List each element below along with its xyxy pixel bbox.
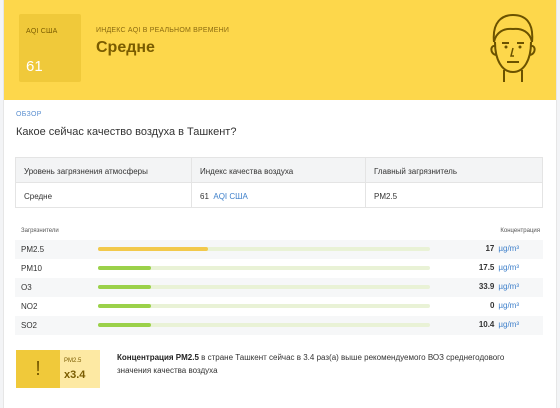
who-ratio-badge: ! PM2.5 x3.4 — [16, 350, 100, 388]
header-aqi: Индекс качества воздуха — [200, 167, 294, 176]
pollutant-name: O3 — [21, 283, 32, 292]
pollutants-header: Загрязнители — [21, 228, 59, 234]
pollutant-row: PM2.5 17 µg/m³ — [15, 240, 543, 259]
pollutant-bar-fill — [98, 323, 152, 327]
pollutant-row: SO2 10.4 µg/m³ — [15, 316, 543, 335]
pollutant-row: O3 33.9 µg/m³ — [15, 278, 543, 297]
concentration-unit: µg/m³ — [498, 282, 519, 291]
aqi-value: 61 — [26, 58, 43, 75]
overview-label: ОБЗОР — [16, 111, 42, 118]
header-main-pollutant: Главный загрязнитель — [374, 167, 457, 176]
pollutant-row: PM10 17.5 µg/m³ — [15, 259, 543, 278]
aqi-level: Средне — [96, 39, 155, 56]
cell-aqi: 61 AQI США — [200, 192, 248, 201]
pollutant-bar-fill — [98, 304, 152, 308]
pollutant-bar — [98, 323, 430, 327]
pollutant-name: NO2 — [21, 302, 38, 311]
who-warning-text: Концентрация PM2.5 в стране Ташкент сейч… — [117, 351, 517, 377]
exclamation-icon: ! — [16, 350, 60, 388]
ratio-box: PM2.5 x3.4 — [60, 350, 100, 388]
concentration-value: 10.4 — [478, 320, 495, 329]
pollutant-row: NO2 0 µg/m³ — [15, 297, 543, 316]
pollutant-name: SO2 — [21, 321, 38, 330]
pollutant-bar-fill — [98, 285, 152, 289]
aqi-banner: AQI США 61 ИНДЕКС AQI В РЕАЛЬНОМ ВРЕМЕНИ… — [4, 0, 556, 100]
pollutant-bar-fill — [98, 266, 152, 270]
pollutant-bar-fill — [98, 247, 208, 251]
cell-pollution-level: Средне — [24, 192, 53, 201]
concentration-value: 33.9 — [478, 282, 495, 291]
pollutant-bar — [98, 304, 430, 308]
pollutant-concentration: 17 µg/m³ — [485, 244, 519, 253]
warning-text-bold: Концентрация PM2.5 — [117, 353, 199, 362]
page-question: Какое сейчас качество воздуха в Ташкент? — [16, 126, 237, 138]
pollutant-name: PM2.5 — [21, 245, 45, 254]
pollutant-concentration: 17.5 µg/m³ — [479, 263, 519, 272]
concentration-unit: µg/m³ — [498, 263, 519, 272]
concentration-value: 17 — [485, 244, 495, 253]
pollutant-bar — [98, 266, 430, 270]
realtime-label: ИНДЕКС AQI В РЕАЛЬНОМ ВРЕМЕНИ — [96, 27, 230, 34]
pollutant-bar — [98, 247, 430, 251]
concentration-value: 0 — [489, 301, 495, 310]
aqi-card: AQI США 61 ИНДЕКС AQI В РЕАЛЬНОМ ВРЕМЕНИ… — [3, 0, 557, 408]
face-icon — [490, 13, 536, 82]
concentration-value: 17.5 — [478, 263, 495, 272]
cell-aqi-unit-link[interactable]: AQI США — [213, 192, 247, 201]
ratio-pollutant-label: PM2.5 — [64, 358, 82, 364]
concentration-unit: µg/m³ — [498, 244, 519, 253]
cell-main-pollutant: PM2.5 — [374, 192, 398, 201]
column-divider — [191, 158, 192, 207]
pollutant-concentration: 10.4 µg/m³ — [479, 320, 519, 329]
concentration-unit: µg/m³ — [498, 301, 519, 310]
concentration-header: Концентрация — [500, 228, 540, 234]
column-divider — [365, 158, 366, 207]
summary-table: Уровень загрязнения атмосферы Индекс кач… — [15, 157, 543, 208]
pollutant-concentration: 0 µg/m³ — [490, 301, 519, 310]
header-pollution-level: Уровень загрязнения атмосферы — [24, 167, 148, 176]
ratio-value: x3.4 — [64, 369, 86, 381]
aqi-scale-label: AQI США — [26, 28, 58, 35]
aqi-index-box: AQI США 61 — [19, 14, 81, 82]
pollutant-bar — [98, 285, 430, 289]
pollutant-name: PM10 — [21, 264, 42, 273]
concentration-unit: µg/m³ — [498, 320, 519, 329]
pollutant-concentration: 33.9 µg/m³ — [479, 282, 519, 291]
cell-aqi-value: 61 — [200, 192, 209, 201]
